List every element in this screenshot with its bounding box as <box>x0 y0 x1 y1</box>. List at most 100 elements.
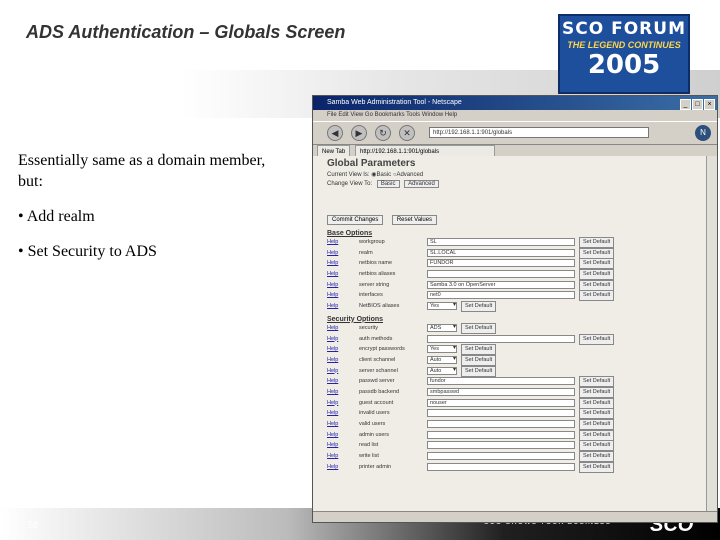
set-default-button[interactable]: Set Default <box>579 290 615 302</box>
set-default-button[interactable]: Set Default <box>579 397 615 409</box>
parameter-input[interactable] <box>427 462 575 471</box>
parameter-input[interactable] <box>427 409 575 418</box>
parameter-row: Help write list Set Default <box>327 451 707 463</box>
help-link[interactable]: Help <box>327 419 338 429</box>
menu-bar[interactable]: File Edit View Go Bookmarks Tools Window… <box>313 110 717 121</box>
browser-title: Samba Web Administration Tool - Netscape <box>327 99 462 106</box>
parameter-input[interactable]: smbpasswd <box>427 387 575 396</box>
vertical-scrollbar[interactable] <box>706 156 717 512</box>
radio-basic-label: Basic <box>376 172 392 178</box>
help-link[interactable]: Help <box>327 366 338 376</box>
help-link[interactable]: Help <box>327 387 338 397</box>
set-default-button[interactable]: Set Default <box>579 440 615 452</box>
parameter-input[interactable]: net0 <box>427 291 575 300</box>
help-link[interactable]: Help <box>327 344 338 354</box>
base-options-list: Help workgroup SL Set Default Help realm SL.LO… <box>327 237 707 313</box>
close-button[interactable]: × <box>704 99 715 110</box>
parameter-input[interactable]: FUNDOR <box>427 259 575 268</box>
set-default-button[interactable]: Set Default <box>461 322 497 334</box>
help-link[interactable]: Help <box>327 301 338 311</box>
security-options-list: Help security ADS Set Default Help auth metho… <box>327 322 707 473</box>
parameter-input[interactable]: SL.LOCAL <box>427 248 575 257</box>
set-default-button[interactable]: Set Default <box>579 461 615 473</box>
change-view-row: Change View To: Basic Advanced <box>327 180 707 188</box>
parameter-select[interactable]: Auto <box>427 366 457 375</box>
page-title: Global Parameters <box>327 158 416 169</box>
action-buttons: Commit Changes Reset Values <box>327 208 707 226</box>
parameter-select[interactable]: Yes <box>427 345 457 354</box>
help-link[interactable]: Help <box>327 440 338 450</box>
set-default-button[interactable]: Set Default <box>461 365 497 377</box>
help-link[interactable]: Help <box>327 355 338 365</box>
help-link[interactable]: Help <box>327 408 338 418</box>
parameter-input[interactable] <box>427 334 575 343</box>
help-link[interactable]: Help <box>327 248 338 258</box>
help-link[interactable]: Help <box>327 237 338 247</box>
help-link[interactable]: Help <box>327 334 338 344</box>
reset-values-button[interactable]: Reset Values <box>391 215 438 225</box>
change-view-label: Change View To: <box>327 181 373 187</box>
set-default-button[interactable]: Set Default <box>579 258 615 270</box>
back-icon[interactable]: ◀ <box>327 125 343 141</box>
parameter-row: Help guest account nouser Set Default <box>327 397 707 409</box>
minimize-button[interactable]: _ <box>680 99 691 110</box>
parameter-select[interactable]: Auto <box>427 355 457 364</box>
parameter-input[interactable]: SL <box>427 238 575 246</box>
set-default-button[interactable]: Set Default <box>461 344 497 356</box>
commit-changes-button[interactable]: Commit Changes <box>327 215 384 225</box>
parameter-row: Help server string Samba 3.0 on OpenServer… <box>327 279 707 291</box>
set-default-button[interactable]: Set Default <box>579 269 615 281</box>
help-link[interactable]: Help <box>327 398 338 408</box>
basic-view-button[interactable]: Basic <box>376 180 400 188</box>
set-default-button[interactable]: Set Default <box>579 333 615 345</box>
set-default-button[interactable]: Set Default <box>579 386 615 398</box>
parameter-label: printer admin <box>359 463 392 470</box>
parameter-row: Help passdb backend smbpasswd Set Default <box>327 386 707 398</box>
forward-icon[interactable]: ▶ <box>351 125 367 141</box>
parameter-input[interactable]: fundor <box>427 377 575 386</box>
help-link[interactable]: Help <box>327 430 338 440</box>
set-default-button[interactable]: Set Default <box>461 354 497 366</box>
bullet-item: • Set Security to ADS <box>18 243 157 260</box>
parameter-input[interactable] <box>427 452 575 461</box>
parameter-input[interactable] <box>427 420 575 428</box>
parameter-row: Help netbios name FUNDOR Set Default <box>327 258 707 270</box>
maximize-button[interactable]: □ <box>692 99 703 110</box>
bullet-item: • Add realm <box>18 208 95 225</box>
help-link[interactable]: Help <box>327 323 338 333</box>
parameter-input[interactable] <box>427 270 575 279</box>
help-link[interactable]: Help <box>327 376 338 386</box>
help-link[interactable]: Help <box>327 258 338 268</box>
url-input[interactable]: http://192.168.1.1:901/globals <box>429 127 649 138</box>
parameter-select[interactable]: Yes <box>427 302 457 311</box>
set-default-button[interactable]: Set Default <box>579 247 615 259</box>
set-default-button[interactable]: Set Default <box>461 301 497 313</box>
parameter-input[interactable]: nouser <box>427 398 575 407</box>
parameter-input[interactable]: Samba 3.0 on OpenServer <box>427 280 575 289</box>
set-default-button[interactable]: Set Default <box>579 451 615 463</box>
page-number: 58 <box>28 520 39 530</box>
set-default-button[interactable]: Set Default <box>579 408 615 420</box>
stop-icon[interactable]: ✕ <box>399 125 415 141</box>
help-link[interactable]: Help <box>327 280 338 290</box>
parameter-select[interactable]: ADS <box>427 323 457 332</box>
help-link[interactable]: Help <box>327 462 338 472</box>
parameter-input[interactable] <box>427 441 575 450</box>
parameter-input[interactable] <box>427 430 575 439</box>
advanced-view-button[interactable]: Advanced <box>404 180 439 188</box>
parameter-row: Help printer admin Set Default <box>327 461 707 473</box>
help-link[interactable]: Help <box>327 451 338 461</box>
parameter-label: guest account <box>359 399 394 406</box>
parameter-label: client schannel <box>359 356 396 363</box>
reload-icon[interactable]: ↻ <box>375 125 391 141</box>
set-default-button[interactable]: Set Default <box>579 237 615 248</box>
help-link[interactable]: Help <box>327 269 338 279</box>
set-default-button[interactable]: Set Default <box>579 279 615 291</box>
help-link[interactable]: Help <box>327 290 338 300</box>
parameter-label: server schannel <box>359 367 398 374</box>
set-default-button[interactable]: Set Default <box>579 429 615 441</box>
set-default-button[interactable]: Set Default <box>579 376 615 388</box>
window-controls: _ □ × <box>679 98 715 112</box>
set-default-button[interactable]: Set Default <box>579 419 615 430</box>
parameter-row: Help interfaces net0 Set Default <box>327 290 707 302</box>
